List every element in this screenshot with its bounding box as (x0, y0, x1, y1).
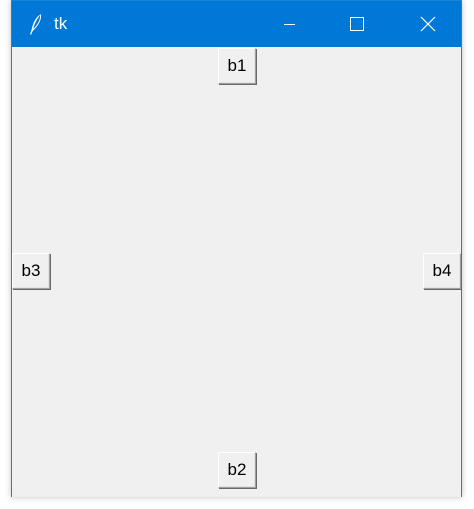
title-bar[interactable]: tk (12, 1, 461, 47)
b3-button[interactable]: b3 (12, 253, 50, 289)
feather-icon (28, 13, 44, 35)
b4-button[interactable]: b4 (423, 253, 461, 289)
maximize-button[interactable] (334, 1, 380, 47)
client-area: b1 b2 b3 b4 (12, 47, 461, 497)
minimize-button[interactable] (266, 1, 312, 47)
close-button[interactable] (405, 1, 451, 47)
window-title: tk (54, 14, 68, 33)
b1-button[interactable]: b1 (218, 48, 256, 84)
app-window: tk b1 b2 b3 b4 (11, 0, 462, 497)
b2-button[interactable]: b2 (218, 452, 256, 488)
